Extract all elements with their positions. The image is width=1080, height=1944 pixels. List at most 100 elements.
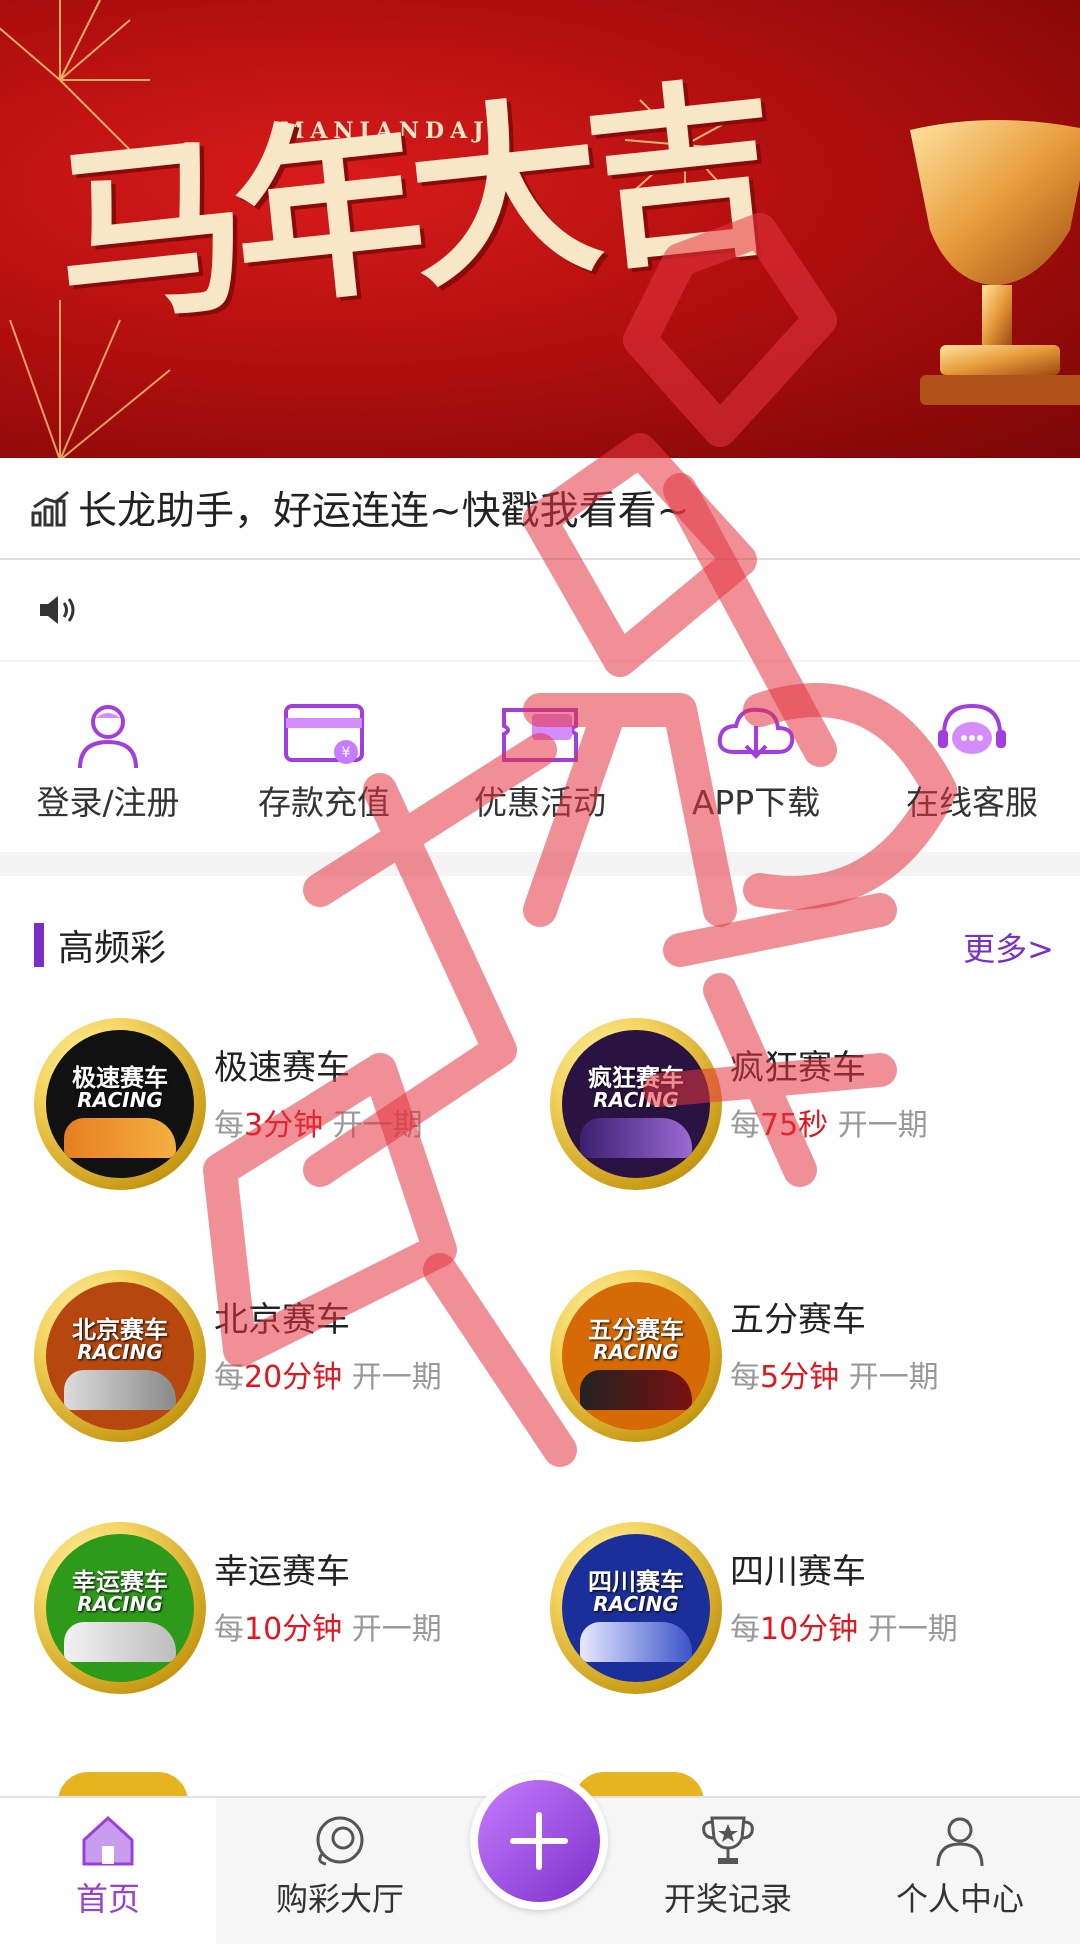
frequency-prefix: 每 [730,1108,760,1143]
badge-subtitle: RACING [77,1088,163,1112]
frequency-interval: 3分钟 [244,1108,324,1143]
quick-nav-promotions[interactable]: 优惠活动 [432,662,648,852]
promo-banner[interactable]: MANIANDAJI 马年大吉 [0,0,1080,458]
frequency-interval: 75秒 [760,1108,829,1143]
frequency-prefix: 每 [730,1612,760,1647]
game-card[interactable]: 北京赛车 RACING 北京赛车 每20分钟 开一期 [34,1270,544,1450]
quick-nav-label: 登录/注册 [36,783,180,822]
badge-subtitle: RACING [77,1340,163,1364]
tab-draw-results[interactable]: 开奖记录 [620,1798,836,1944]
frequency-prefix: 每 [730,1360,760,1395]
frequency-interval: 5分钟 [760,1360,840,1395]
frequency-prefix: 每 [214,1360,244,1395]
trophy-icon [702,1816,754,1864]
svg-text:¥: ¥ [342,745,351,761]
car-image [64,1118,176,1158]
cloud-download-icon [717,707,795,759]
game-name: 北京赛车 [214,1300,350,1340]
notice-text: 长龙助手，好运连连~快戳我看看~ [78,489,690,534]
game-frequency: 每75秒 开一期 [730,1100,928,1144]
game-card[interactable]: 四川赛车 RACING 四川赛车 每10分钟 开一期 [550,1522,1060,1702]
frequency-suffix: 开一期 [351,1612,442,1647]
tab-lottery-hall[interactable]: 购彩大厅 [232,1798,448,1944]
car-image [580,1622,692,1662]
game-badge: 四川赛车 RACING [550,1522,722,1694]
game-name: 疯狂赛车 [730,1048,866,1088]
section-header: 高频彩 [34,920,166,970]
game-name: 四川赛车 [730,1552,866,1592]
game-name: 幸运赛车 [214,1552,350,1592]
quick-nav-app-download[interactable]: APP下载 [648,662,864,852]
badge-subtitle: RACING [593,1592,679,1616]
game-frequency: 每5分钟 开一期 [730,1352,939,1396]
badge-subtitle: RACING [593,1340,679,1364]
game-card[interactable]: 五分赛车 RACING 五分赛车 每5分钟 开一期 [550,1270,1060,1450]
quick-nav-label: 在线客服 [906,783,1038,822]
game-card[interactable]: 极速赛车 RACING 极速赛车 每3分钟 开一期 [34,1018,544,1198]
person-icon [936,1817,984,1867]
plus-button[interactable] [470,1772,608,1910]
badge-face: 五分赛车 RACING [562,1282,710,1430]
game-frequency: 每3分钟 开一期 [214,1100,423,1144]
game-card[interactable]: 疯狂赛车 RACING 疯狂赛车 每75秒 开一期 [550,1018,1060,1198]
game-badge: 幸运赛车 RACING [34,1522,206,1694]
plus-icon [478,1780,600,1902]
frequency-suffix: 开一期 [848,1360,939,1395]
quick-nav-customer-service[interactable]: 在线客服 [864,662,1080,852]
badge-subtitle: RACING [77,1592,163,1616]
game-frequency: 每20分钟 开一期 [214,1352,442,1396]
trophy-illustration [910,120,1080,405]
frequency-prefix: 每 [214,1612,244,1647]
car-image [580,1118,692,1158]
badge-face: 四川赛车 RACING [562,1534,710,1682]
badge-face: 极速赛车 RACING [46,1030,194,1178]
badge-face: 疯狂赛车 RACING [562,1030,710,1178]
game-name: 极速赛车 [214,1048,350,1088]
car-image [64,1370,176,1410]
frequency-interval: 10分钟 [760,1612,859,1647]
chat-headset-icon [938,703,1006,754]
lottery-ball-icon [316,1816,364,1866]
car-image [64,1622,176,1662]
announcement-marquee[interactable] [0,560,1080,660]
tab-label: 个人中心 [895,1880,1024,1918]
card-icon: ¥ [284,704,364,764]
game-badge: 五分赛车 RACING [550,1270,722,1442]
gift-ticket-icon [502,708,578,762]
speaker-icon [40,596,75,624]
frequency-prefix: 每 [214,1108,244,1143]
frequency-suffix: 开一期 [867,1612,958,1647]
frequency-suffix: 开一期 [332,1108,423,1143]
section-title: 高频彩 [58,928,167,969]
home-icon [82,1815,134,1866]
quick-nav-label: 优惠活动 [474,783,606,822]
quick-nav-login[interactable]: 登录/注册 [0,662,216,852]
game-frequency: 每10分钟 开一期 [730,1604,958,1648]
section-accent-bar [34,923,44,967]
tab-label: 购彩大厅 [275,1880,404,1918]
high-frequency-section: 高频彩 更多> 极速赛车 RACING 极速赛车 每3分钟 开一期 疯狂赛车 R… [0,876,1080,1802]
frequency-suffix: 开一期 [837,1108,928,1143]
frequency-interval: 10分钟 [244,1612,343,1647]
tab-home[interactable]: 首页 [0,1798,216,1944]
game-badge: 疯狂赛车 RACING [550,1018,722,1190]
car-image [580,1370,692,1410]
tab-label: 开奖记录 [663,1880,792,1918]
badge-face: 幸运赛车 RACING [46,1534,194,1682]
game-card[interactable]: 幸运赛车 RACING 幸运赛车 每10分钟 开一期 [34,1522,544,1702]
game-frequency: 每10分钟 开一期 [214,1604,442,1648]
quick-nav-deposit[interactable]: ¥ 存款充值 [216,662,432,852]
bar-chart-icon [31,490,69,527]
quick-nav-label: 存款充值 [258,783,390,822]
tab-label: 首页 [75,1880,140,1918]
badge-subtitle: RACING [593,1088,679,1112]
tab-profile[interactable]: 个人中心 [852,1798,1068,1944]
more-link[interactable]: 更多> [963,924,1054,970]
quick-nav: 登录/注册 ¥ 存款充值 优惠活动 APP下载 在线客服 [0,662,1080,852]
notice-bar[interactable]: 长龙助手，好运连连~快戳我看看~ [0,458,1080,560]
frequency-interval: 20分钟 [244,1360,343,1395]
game-name: 五分赛车 [730,1300,866,1340]
frequency-suffix: 开一期 [351,1360,442,1395]
game-badge: 极速赛车 RACING [34,1018,206,1190]
game-badge: 北京赛车 RACING [34,1270,206,1442]
